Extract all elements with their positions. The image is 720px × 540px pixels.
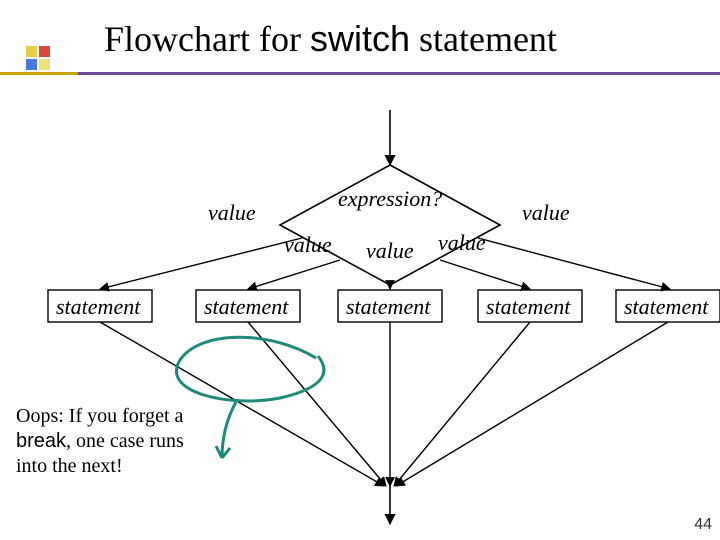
accent-bar [0,72,720,75]
note-keyword: break [16,430,66,452]
statement-2: statement [204,294,288,320]
statement-4: statement [486,294,570,320]
slide-title: Flowchart for switch statement [104,18,557,60]
value-label-2: value [284,232,332,258]
decision-label: expression? [338,186,442,212]
page-number: 44 [694,516,712,534]
statement-5: statement [624,294,708,320]
bullet-icon [24,44,52,72]
value-label-1: value [208,200,256,226]
title-pre: Flowchart for [104,19,310,59]
title-post: statement [410,19,557,59]
title-code: switch [310,18,410,59]
slide: Flowchart for switch statement [0,0,720,540]
statement-1: statement [56,294,140,320]
value-label-5: value [522,200,570,226]
statement-3: statement [346,294,430,320]
note-line3: into the next! [16,455,123,477]
note-line2-tail: , one case runs [66,430,184,452]
value-label-4: value [438,230,486,256]
note-line1: Oops: If you forget a [16,405,183,427]
value-label-3: value [366,238,414,264]
oops-note: Oops: If you forget a break, one case ru… [16,404,246,479]
